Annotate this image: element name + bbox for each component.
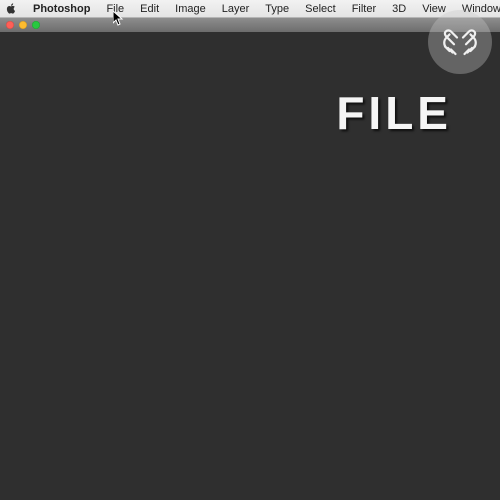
menu-edit[interactable]: Edit [132,0,167,18]
photoshop-workspace[interactable]: FILE [0,32,500,500]
menu-select[interactable]: Select [297,0,344,18]
hands-icon [436,18,484,66]
canvas-big-label: FILE [336,86,452,140]
apple-menu-icon[interactable] [6,3,17,14]
window-titlebar [0,18,500,32]
window-close-button[interactable] [6,21,14,29]
menu-file[interactable]: File [98,0,132,18]
menu-layer[interactable]: Layer [214,0,258,18]
menu-image[interactable]: Image [167,0,214,18]
menu-app-name[interactable]: Photoshop [25,0,98,18]
menu-type[interactable]: Type [257,0,297,18]
menu-filter[interactable]: Filter [344,0,384,18]
window-minimize-button[interactable] [19,21,27,29]
gesture-overlay [428,10,492,74]
macos-menubar: Photoshop File Edit Image Layer Type Sel… [0,0,500,18]
screen: Photoshop File Edit Image Layer Type Sel… [0,0,500,500]
menu-3d[interactable]: 3D [384,0,414,18]
window-zoom-button[interactable] [32,21,40,29]
